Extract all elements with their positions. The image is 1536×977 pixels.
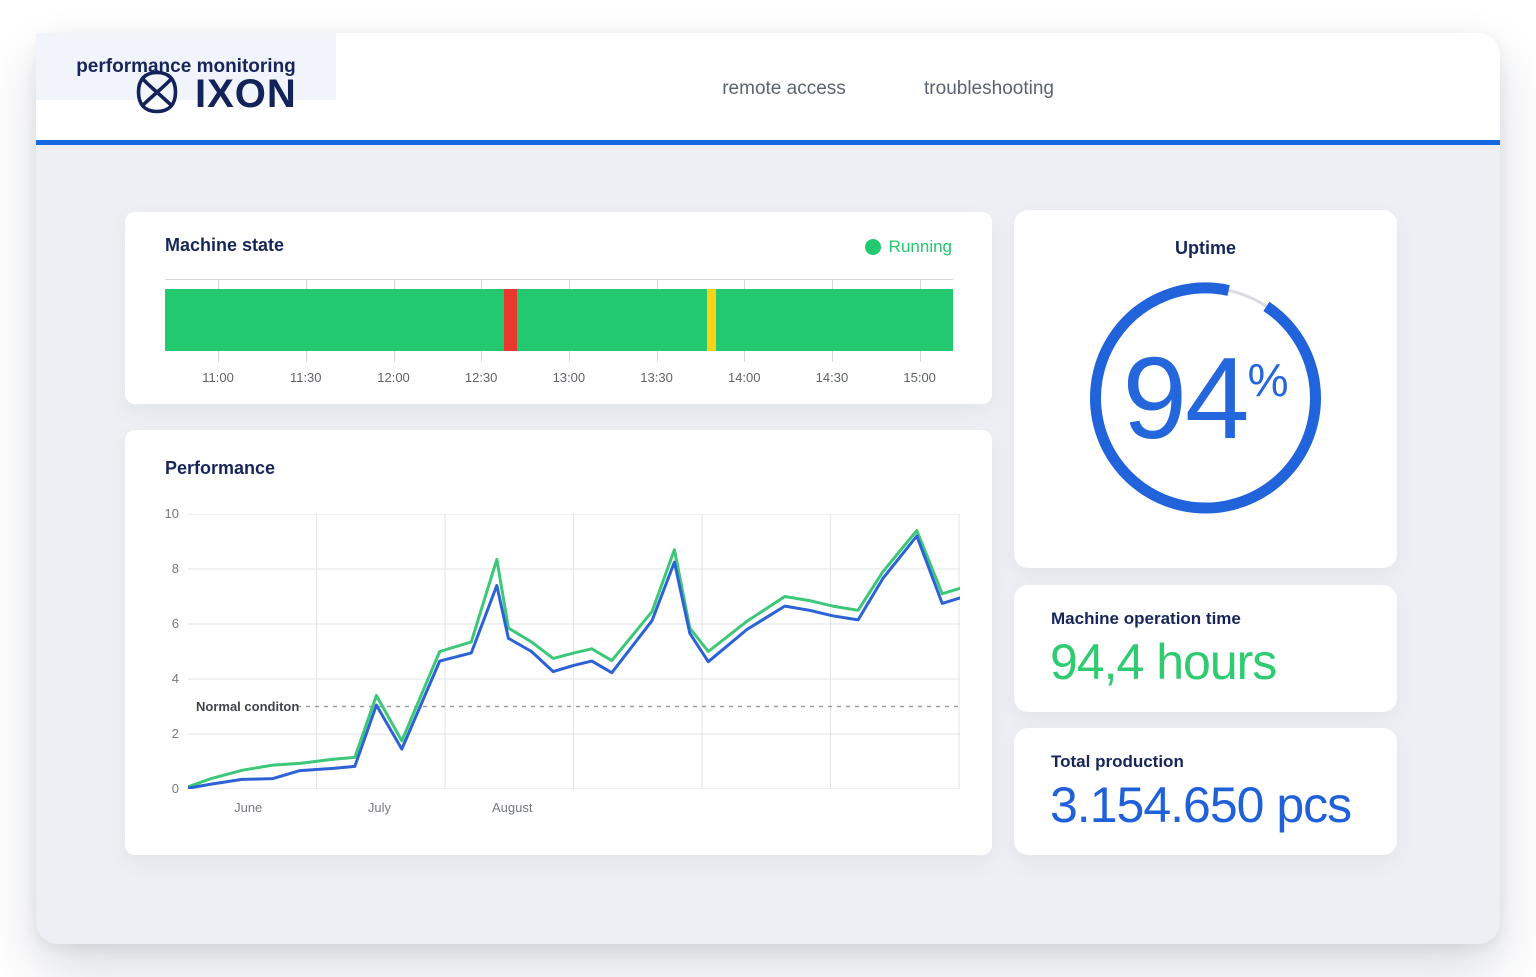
page: IXON remote access troubleshooting perfo…: [0, 0, 1536, 977]
timeline-bar: [165, 289, 953, 351]
nav-item-remote-access-label: remote access: [722, 78, 846, 100]
timeline-tick: [481, 351, 482, 362]
timeline-tick: [481, 279, 482, 289]
total-production-value: 3.154.650 pcs: [1050, 778, 1351, 833]
timeline-tick: [569, 351, 570, 362]
timeline-segment-warning: [707, 289, 716, 351]
uptime-percent-number: 94: [1123, 333, 1248, 463]
timeline-tick: [394, 351, 395, 362]
nav-item-remote-access[interactable]: remote access: [716, 33, 852, 145]
timeline-tick-label: 13:30: [640, 370, 673, 385]
timeline-tick: [920, 279, 921, 289]
brand-logo-icon: [131, 66, 183, 123]
brand-wordmark: IXON: [195, 72, 297, 117]
operation-time-value: 94,4 hours: [1050, 635, 1276, 690]
performance-x-tick-label: July: [368, 800, 391, 815]
uptime-value: 94%: [1014, 340, 1397, 456]
timeline-segment-running: [517, 289, 707, 351]
nav-item-troubleshooting[interactable]: troubleshooting: [913, 33, 1065, 145]
performance-y-tick-label: 0: [139, 781, 179, 796]
uptime-card: Uptime 94%: [1014, 210, 1397, 568]
performance-x-tick-label: August: [492, 800, 532, 815]
performance-y-tick-label: 10: [139, 506, 179, 521]
uptime-percent-sign: %: [1248, 354, 1289, 406]
performance-y-tick-label: 2: [139, 726, 179, 741]
timeline-tick: [657, 279, 658, 289]
timeline-tick: [832, 351, 833, 362]
timeline-tick: [306, 279, 307, 289]
active-tab-underline: [36, 140, 1500, 145]
performance-y-tick-label: 8: [139, 561, 179, 576]
timeline-tick: [569, 279, 570, 289]
timeline-tick: [306, 351, 307, 362]
timeline: 11:00 11:30 12:00 12:30 13:00 13:30 14:00 14:30…: [165, 212, 953, 404]
app-panel: IXON remote access troubleshooting perfo…: [36, 33, 1500, 944]
brand-logo[interactable]: IXON: [131, 66, 297, 123]
timeline-tick: [832, 279, 833, 289]
performance-y-tick-label: 6: [139, 616, 179, 631]
timeline-tick-label: 11:30: [290, 370, 322, 385]
timeline-tick-label: 15:00: [903, 370, 936, 385]
timeline-tick: [657, 351, 658, 362]
timeline-ruler: [165, 279, 953, 280]
total-production-title: Total production: [1051, 752, 1184, 772]
timeline-tick-label: 12:00: [377, 370, 410, 385]
performance-title: Performance: [165, 458, 275, 479]
timeline-tick-label: 14:00: [728, 370, 761, 385]
performance-y-tick-label: 4: [139, 671, 179, 686]
timeline-tick: [218, 351, 219, 362]
performance-x-tick-label: June: [234, 800, 262, 815]
timeline-tick-label: 13:00: [553, 370, 586, 385]
timeline-tick-label: 11:00: [202, 370, 234, 385]
nav-item-troubleshooting-label: troubleshooting: [924, 78, 1054, 100]
performance-plot: [188, 514, 960, 789]
total-production-card: Total production 3.154.650 pcs: [1014, 728, 1397, 855]
timeline-tick: [920, 351, 921, 362]
app-header: IXON remote access troubleshooting perfo…: [36, 33, 1500, 145]
machine-state-card: Machine state Running 11:0011:3012:0012:…: [125, 212, 992, 404]
normal-condition-label: Normal conditon: [196, 699, 299, 714]
timeline-tick: [394, 279, 395, 289]
operation-time-card: Machine operation time 94,4 hours: [1014, 585, 1397, 712]
timeline-segment-running: [716, 289, 953, 351]
timeline-tick: [744, 279, 745, 289]
timeline-tick: [744, 351, 745, 362]
timeline-segment-running: [165, 289, 504, 351]
timeline-tick-label: 12:30: [465, 370, 498, 385]
timeline-segment-stopped: [504, 289, 517, 351]
operation-time-title: Machine operation time: [1051, 609, 1241, 629]
performance-card: Performance Normal conditon 0 2 4 6 8 10 June J…: [125, 430, 992, 855]
timeline-tick-label: 14:30: [816, 370, 849, 385]
timeline-tick: [218, 279, 219, 289]
